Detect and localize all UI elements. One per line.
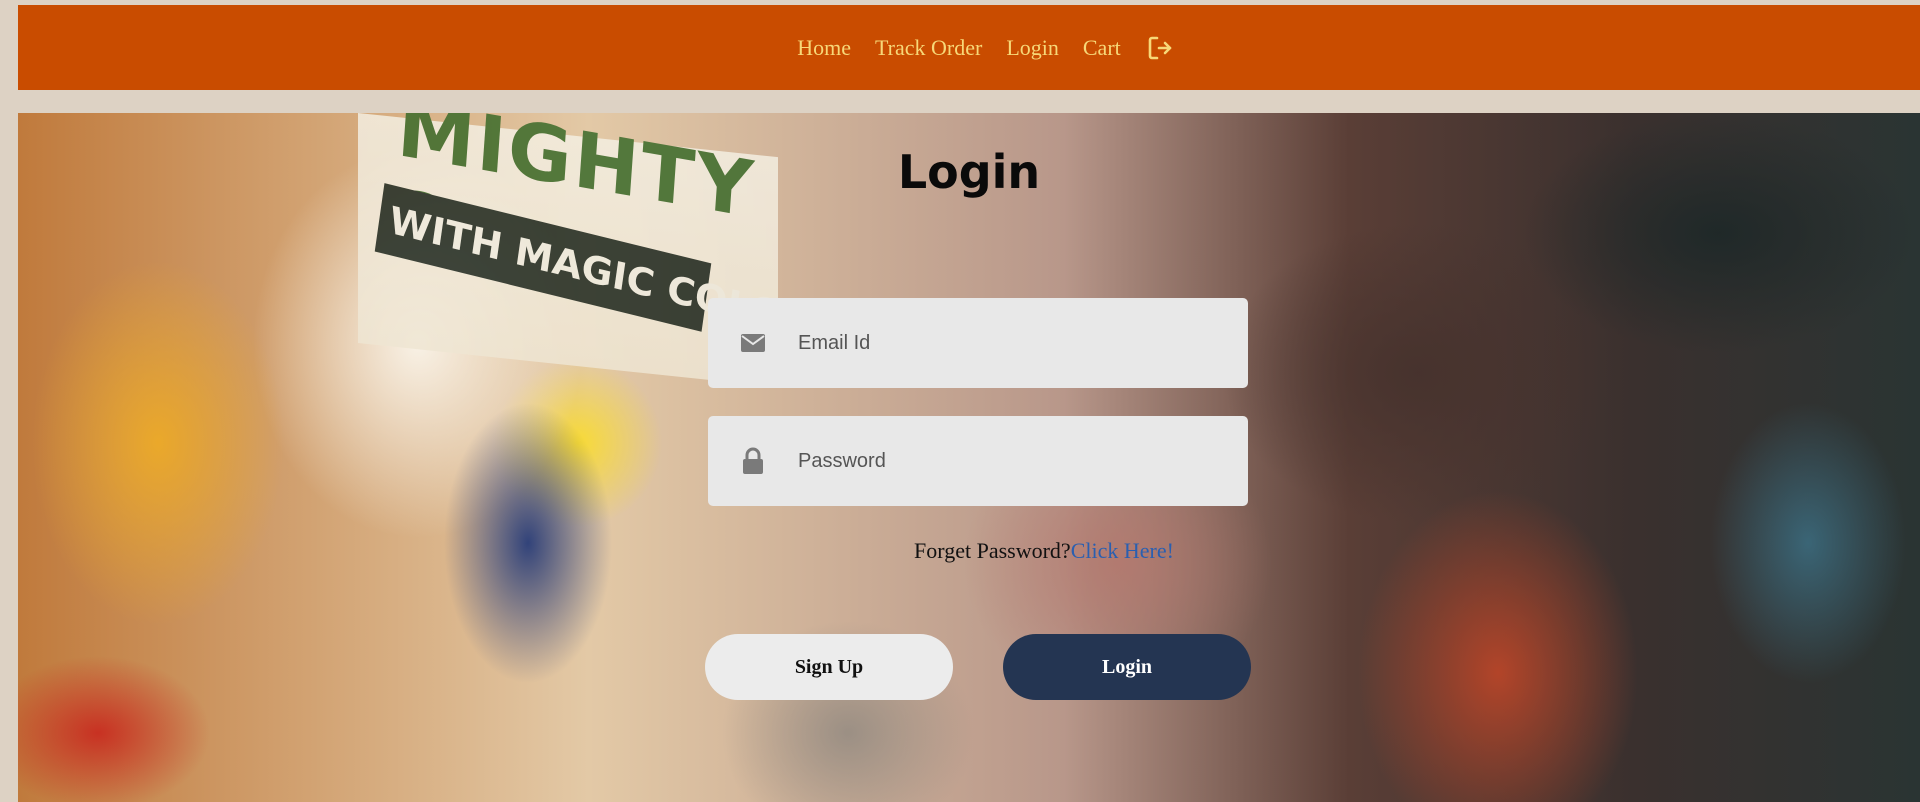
nav-cart-link[interactable]: Cart	[1083, 35, 1121, 61]
email-input[interactable]	[798, 313, 1248, 373]
login-button[interactable]: Login	[1003, 634, 1251, 700]
nav-login-link[interactable]: Login	[1006, 35, 1059, 61]
hero-background: MIGHTY 8 WITH MAGIC COLO Login Forget Pa…	[18, 113, 1920, 802]
signup-button[interactable]: Sign Up	[705, 634, 953, 700]
password-input[interactable]	[798, 431, 1248, 491]
forgot-password-text: Forget Password?	[914, 538, 1071, 563]
nav-home-link[interactable]: Home	[797, 35, 851, 61]
lock-icon	[708, 416, 798, 506]
email-field[interactable]	[708, 298, 1248, 388]
nav-links: Home Track Order Login Cart	[18, 5, 1920, 90]
password-field[interactable]	[708, 416, 1248, 506]
forgot-password-row: Forget Password?Click Here!	[18, 538, 1920, 564]
logout-icon[interactable]	[1145, 33, 1175, 63]
nav-track-order-link[interactable]: Track Order	[875, 35, 982, 61]
page-title: Login	[897, 145, 1041, 199]
top-navbar: Home Track Order Login Cart	[18, 5, 1920, 90]
forgot-password-link[interactable]: Click Here!	[1071, 538, 1174, 563]
envelope-icon	[708, 298, 798, 388]
